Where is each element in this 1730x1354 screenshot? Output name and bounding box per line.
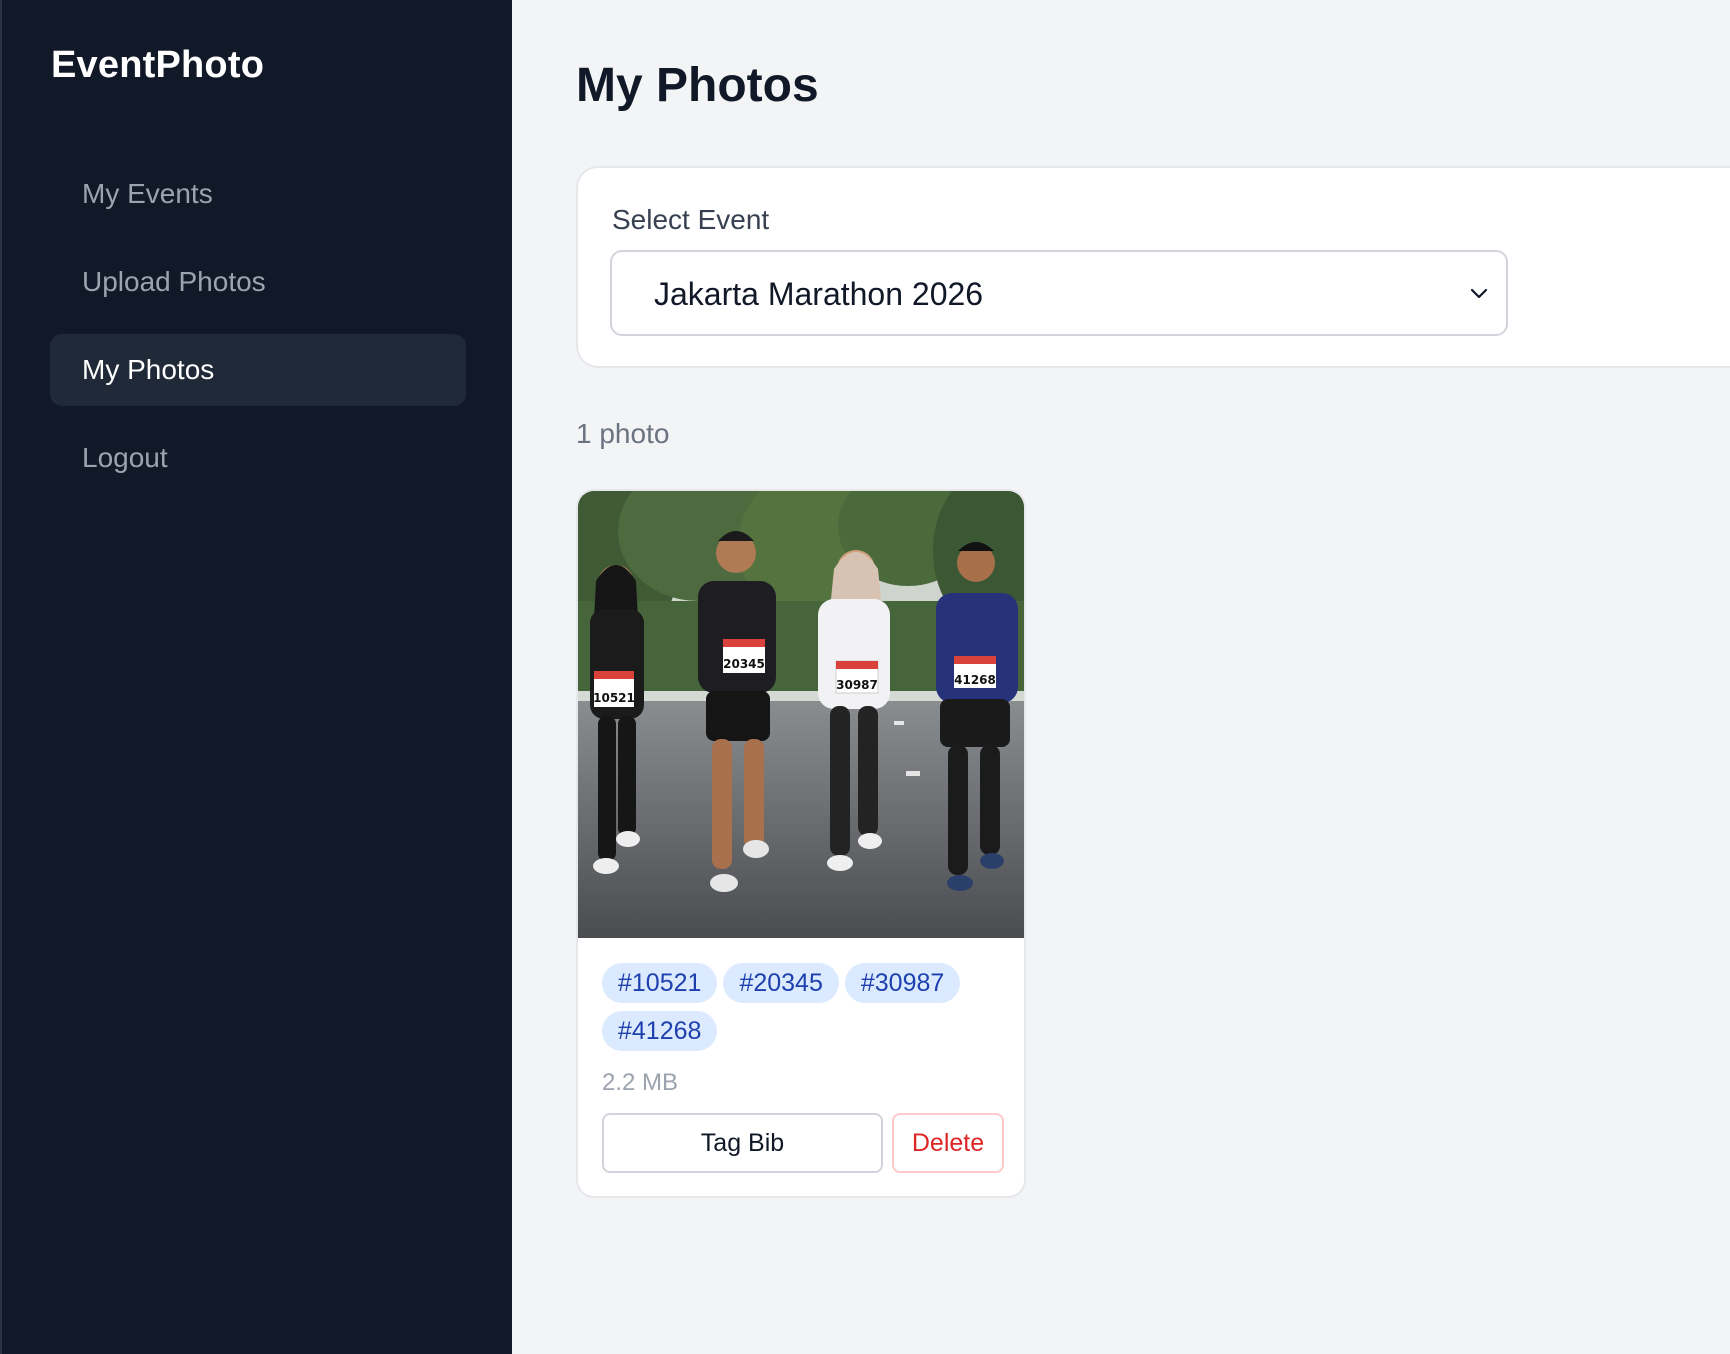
sidebar-item-upload-photos[interactable]: Upload Photos bbox=[50, 246, 466, 318]
photo-bib-number: 20345 bbox=[723, 657, 765, 671]
sidebar-nav: My Events Upload Photos My Photos Logout bbox=[50, 158, 466, 510]
file-size: 2.2 MB bbox=[602, 1069, 679, 1096]
photo-bib-number: 10521 bbox=[593, 691, 635, 705]
chevron-down-icon bbox=[1470, 288, 1488, 299]
bib-tag[interactable]: #30987 bbox=[844, 963, 961, 1003]
event-select-value: Jakarta Marathon 2026 bbox=[654, 276, 984, 312]
sidebar-item-logout[interactable]: Logout bbox=[50, 422, 466, 494]
event-select-card: Select Event Jakarta Marathon 2026 bbox=[576, 166, 1730, 368]
bib-tag[interactable]: #10521 bbox=[602, 963, 718, 1003]
brand-logo[interactable]: EventPhoto bbox=[51, 44, 264, 87]
select-event-label: Select Event bbox=[612, 204, 770, 235]
sidebar-item-my-photos[interactable]: My Photos bbox=[50, 334, 466, 406]
photo-thumbnail[interactable]: 10521 20345 30987 41268 bbox=[578, 491, 1024, 938]
delete-button[interactable]: Delete bbox=[892, 1113, 1004, 1173]
event-select[interactable]: Jakarta Marathon 2026 bbox=[610, 250, 1508, 336]
bib-tag[interactable]: #20345 bbox=[723, 963, 839, 1003]
tag-bib-button[interactable]: Tag Bib bbox=[602, 1113, 883, 1173]
photo-count: 1 photo bbox=[576, 418, 670, 449]
photo-bib-number: 30987 bbox=[836, 678, 878, 692]
bib-tag-list: #10521 #20345 #30987 #41268 bbox=[602, 963, 1002, 1059]
sidebar: EventPhoto My Events Upload Photos My Ph… bbox=[0, 0, 512, 1354]
bib-tag[interactable]: #41268 bbox=[602, 1011, 718, 1051]
main-content: My Photos Select Event Jakarta Marathon … bbox=[512, 0, 1730, 1354]
sidebar-item-my-events[interactable]: My Events bbox=[50, 158, 466, 230]
photo-bib-number: 41268 bbox=[954, 673, 996, 687]
photo-card: 10521 20345 30987 41268 #10521 #20345 #309… bbox=[576, 489, 1026, 1198]
page-title: My Photos bbox=[576, 59, 819, 112]
